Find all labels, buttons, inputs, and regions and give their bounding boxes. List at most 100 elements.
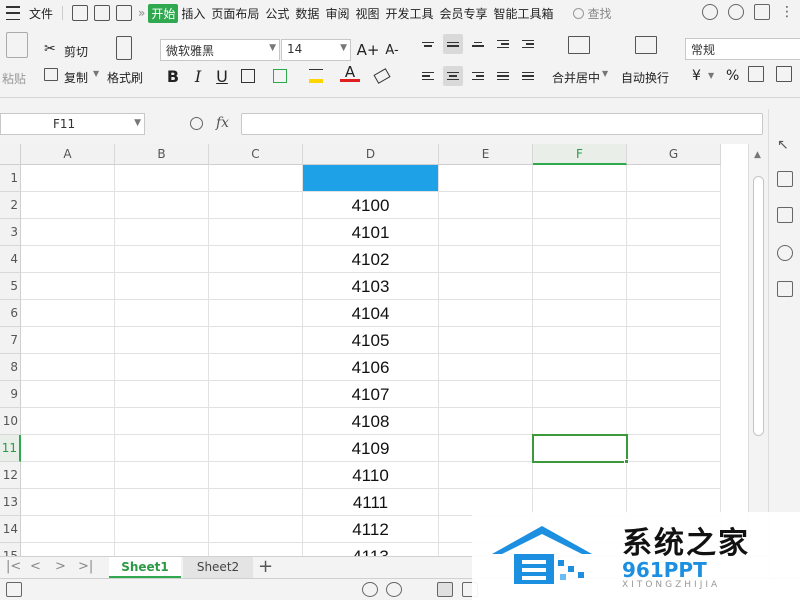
currency-button[interactable]: ¥	[692, 68, 701, 84]
grid-cell[interactable]	[533, 300, 627, 327]
column-header-a[interactable]: A	[21, 144, 115, 165]
grid-cell[interactable]	[209, 192, 303, 219]
grid-cell[interactable]	[439, 300, 533, 327]
name-box[interactable]: F11 ▼	[0, 113, 145, 135]
grid-cell[interactable]	[533, 192, 627, 219]
grid-cell[interactable]	[115, 462, 209, 489]
copy-button[interactable]: 复制	[64, 69, 88, 86]
grid-cell[interactable]	[209, 435, 303, 462]
grid-cell[interactable]	[209, 489, 303, 516]
cell-d9[interactable]: 4107	[303, 381, 439, 408]
cell-d5[interactable]: 4103	[303, 273, 439, 300]
grid-cell[interactable]	[627, 219, 721, 246]
grid-cell[interactable]	[209, 462, 303, 489]
grid-cell[interactable]	[439, 219, 533, 246]
tab-formulas[interactable]: 公式	[262, 5, 292, 22]
paste-icon[interactable]	[6, 32, 28, 58]
grid-cell[interactable]	[21, 543, 115, 556]
column-header-b[interactable]: B	[115, 144, 209, 165]
copy-dropdown-arrow[interactable]: ▼	[93, 69, 99, 78]
grid-cell[interactable]	[209, 354, 303, 381]
grid-cell[interactable]	[21, 381, 115, 408]
cell-d15[interactable]: 4113	[303, 543, 439, 556]
decrease-indent-icon[interactable]	[493, 34, 513, 54]
merge-center-button[interactable]: 合并居中	[552, 69, 600, 86]
grid-cell[interactable]	[627, 354, 721, 381]
grid-cell[interactable]	[209, 273, 303, 300]
justify-icon[interactable]	[493, 66, 513, 86]
row-header[interactable]: 11	[0, 435, 21, 462]
grid-cell[interactable]	[533, 462, 627, 489]
grid-cell[interactable]	[115, 354, 209, 381]
save-icon[interactable]	[72, 5, 89, 21]
cut-button[interactable]: 剪切	[64, 43, 88, 60]
row-header[interactable]: 6	[0, 300, 21, 327]
grid-cell[interactable]	[21, 165, 115, 192]
cell-d12[interactable]: 4110	[303, 462, 439, 489]
share-user-icon[interactable]	[728, 4, 744, 20]
formula-input[interactable]	[241, 113, 763, 135]
align-right-icon[interactable]	[468, 66, 488, 86]
increase-indent-icon[interactable]	[518, 34, 538, 54]
grid-cell[interactable]	[439, 435, 533, 462]
grid-cell[interactable]	[115, 273, 209, 300]
column-header-e[interactable]: E	[439, 144, 533, 165]
grid-cell[interactable]	[439, 408, 533, 435]
grid-cell[interactable]	[627, 165, 721, 192]
grid-cell[interactable]	[533, 381, 627, 408]
font-name-select[interactable]: 微软雅黑 ▼	[160, 39, 280, 61]
active-cell-selection[interactable]	[532, 434, 628, 463]
row-header[interactable]: 1	[0, 165, 21, 192]
grid-cell[interactable]	[115, 516, 209, 543]
grid-cell[interactable]	[115, 246, 209, 273]
scrollbar-thumb[interactable]	[753, 176, 764, 436]
align-center-icon[interactable]	[443, 66, 463, 86]
grid-cell[interactable]	[209, 327, 303, 354]
grid-cell[interactable]	[533, 408, 627, 435]
grid-cell[interactable]	[627, 327, 721, 354]
align-left-icon[interactable]	[418, 66, 438, 86]
tab-review[interactable]: 审阅	[322, 5, 352, 22]
row-header[interactable]: 8	[0, 354, 21, 381]
grow-font-button[interactable]: A+	[357, 40, 380, 60]
cell-d4[interactable]: 4102	[303, 246, 439, 273]
grid-cell[interactable]	[627, 300, 721, 327]
grid-cell[interactable]	[209, 408, 303, 435]
grid-cell[interactable]	[115, 489, 209, 516]
grid-cell[interactable]	[115, 381, 209, 408]
network-icon[interactable]	[386, 582, 402, 597]
print-icon[interactable]	[116, 5, 133, 21]
zoom-icon[interactable]	[190, 117, 203, 130]
grid-cell[interactable]	[115, 408, 209, 435]
bold-button[interactable]: B	[163, 66, 183, 86]
tab-developer[interactable]: 开发工具	[382, 5, 436, 22]
more-options-icon[interactable]: ⋮	[780, 4, 794, 20]
sheet-tab-sheet2[interactable]: Sheet2	[183, 557, 253, 578]
grid-cell[interactable]	[209, 543, 303, 556]
tab-data[interactable]: 数据	[292, 5, 322, 22]
thousands-separator-icon[interactable]	[748, 66, 764, 82]
row-header[interactable]: 10	[0, 408, 21, 435]
fx-icon[interactable]: fx	[216, 115, 229, 131]
grid-cell[interactable]	[21, 192, 115, 219]
distributed-align-icon[interactable]	[518, 66, 538, 86]
grid-cell[interactable]	[21, 327, 115, 354]
search-box[interactable]: 查找	[572, 5, 612, 22]
cell-d1[interactable]	[303, 165, 439, 192]
select-all-corner[interactable]	[0, 144, 21, 165]
grid-cell[interactable]	[533, 246, 627, 273]
row-header[interactable]: 9	[0, 381, 21, 408]
cell-d7[interactable]: 4105	[303, 327, 439, 354]
row-header[interactable]: 13	[0, 489, 21, 516]
tab-page-layout[interactable]: 页面布局	[208, 5, 262, 22]
grid-cell[interactable]	[115, 192, 209, 219]
align-bottom-icon[interactable]	[468, 34, 488, 54]
cell-d6[interactable]: 4104	[303, 300, 439, 327]
merge-dropdown-arrow[interactable]: ▼	[602, 69, 608, 78]
grid-cell[interactable]	[439, 381, 533, 408]
next-sheet-icon[interactable]: >	[55, 559, 66, 574]
eraser-icon[interactable]	[372, 66, 392, 86]
cell-d8[interactable]: 4106	[303, 354, 439, 381]
column-header-c[interactable]: C	[209, 144, 303, 165]
percent-button[interactable]: %	[726, 68, 739, 84]
